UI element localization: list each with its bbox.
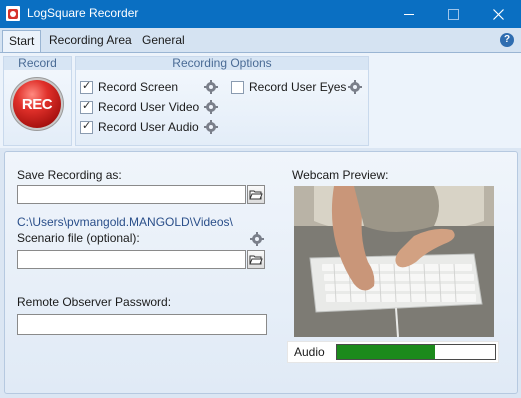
app-logo-icon <box>6 6 20 21</box>
maximize-button[interactable] <box>431 0 476 28</box>
audio-level-meter <box>336 344 496 360</box>
close-icon <box>493 8 504 20</box>
minimize-button[interactable] <box>386 0 431 28</box>
title-bar: LogSquare Recorder <box>0 0 521 28</box>
scenario-settings-gear-icon[interactable] <box>250 232 264 246</box>
scenario-file-input[interactable] <box>17 250 246 269</box>
webcam-image <box>294 186 494 337</box>
audio-label: Audio <box>294 345 325 359</box>
ribbon: Start Recording Area General ? Record RE… <box>0 28 521 149</box>
record-user-eyes-checkbox[interactable] <box>231 80 244 94</box>
minimize-icon <box>403 13 414 15</box>
maximize-icon <box>448 8 459 20</box>
record-group: Record REC <box>3 56 72 146</box>
record-screen-label: Record Screen <box>98 80 179 94</box>
tab-general[interactable]: General <box>136 30 191 50</box>
window-title: LogSquare Recorder <box>27 6 139 20</box>
record-user-video-option[interactable]: Record User Video <box>80 99 199 115</box>
screen-settings-gear-icon[interactable] <box>204 80 218 94</box>
record-user-eyes-option[interactable]: Record User Eyes <box>231 79 346 95</box>
folder-open-icon <box>249 255 263 264</box>
recording-options-header: Recording Options <box>76 57 368 70</box>
eyes-settings-gear-icon[interactable] <box>348 80 362 94</box>
record-user-audio-checkbox[interactable] <box>80 119 93 134</box>
audio-level-fill <box>337 345 435 359</box>
main-area: Save Recording as: C:\Users\pvmangold.MA… <box>0 148 521 398</box>
save-recording-input[interactable] <box>17 185 246 204</box>
webcam-preview <box>294 186 494 337</box>
record-screen-checkbox[interactable] <box>80 79 93 94</box>
tab-start[interactable]: Start <box>2 30 42 53</box>
record-user-video-label: Record User Video <box>98 100 200 114</box>
record-user-eyes-label: Record User Eyes <box>249 80 347 94</box>
record-group-header: Record <box>4 57 71 70</box>
record-user-video-checkbox[interactable] <box>80 99 93 114</box>
close-button[interactable] <box>476 0 521 28</box>
record-screen-option[interactable]: Record Screen <box>80 79 178 95</box>
remote-password-label: Remote Observer Password: <box>17 295 172 309</box>
save-recording-label: Save Recording as: <box>17 168 122 182</box>
audio-settings-gear-icon[interactable] <box>204 120 218 134</box>
recording-options-group: Recording Options Record Screen Record U… <box>75 56 369 146</box>
record-user-audio-label: Record User Audio <box>98 120 199 134</box>
ribbon-panel: Record REC Recording Options Record Scre… <box>0 52 521 149</box>
webcam-preview-label: Webcam Preview: <box>292 168 389 182</box>
remote-password-input[interactable] <box>17 314 267 335</box>
help-icon[interactable]: ? <box>500 33 514 47</box>
rec-button[interactable]: REC <box>13 80 61 128</box>
record-user-audio-option[interactable]: Record User Audio <box>80 119 199 135</box>
video-settings-gear-icon[interactable] <box>204 100 218 114</box>
scenario-file-label: Scenario file (optional): <box>17 231 140 245</box>
save-browse-button[interactable] <box>247 185 265 204</box>
tab-strip: Start Recording Area General ? <box>0 28 521 53</box>
tab-recording-area[interactable]: Recording Area <box>43 30 138 50</box>
folder-open-icon <box>249 190 263 199</box>
save-path-text: C:\Users\pvmangold.MANGOLD\Videos\ <box>17 215 233 229</box>
scenario-browse-button[interactable] <box>247 250 265 269</box>
